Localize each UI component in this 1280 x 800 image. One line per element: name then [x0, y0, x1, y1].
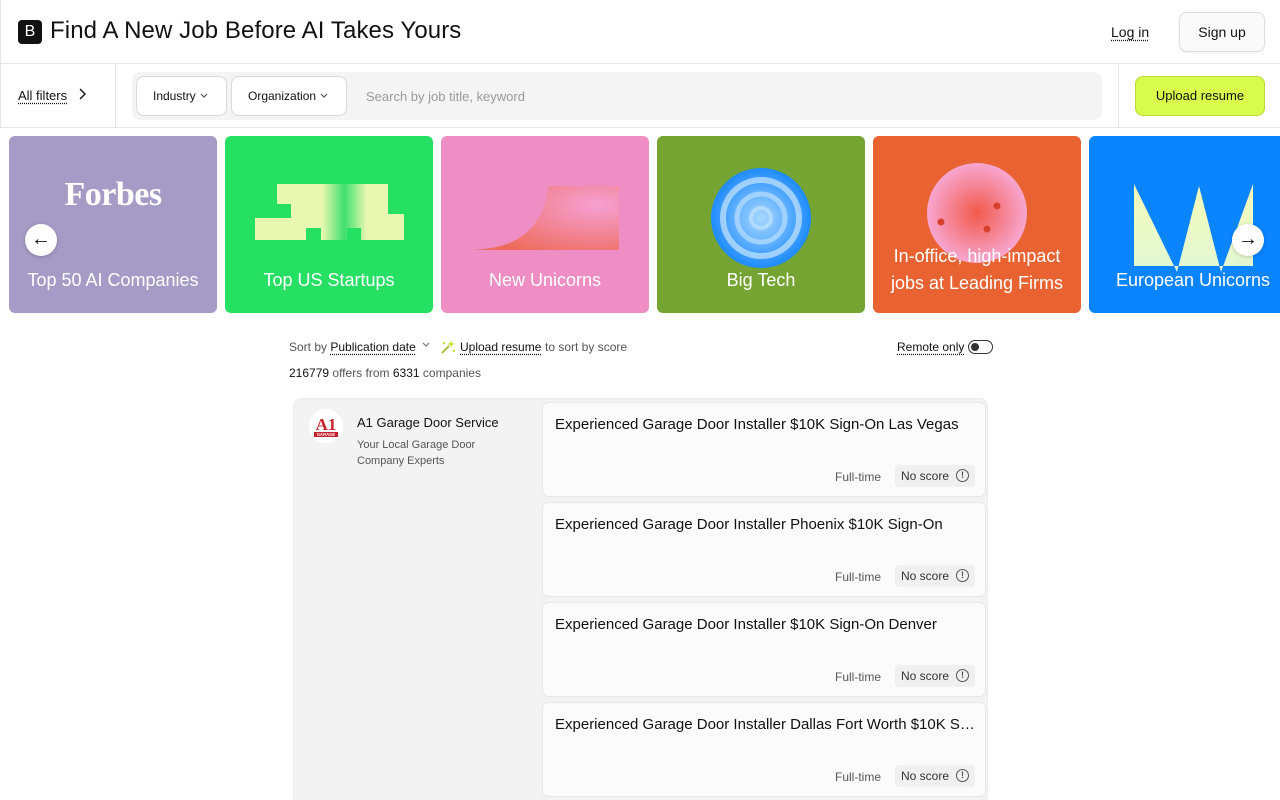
score-text: No score — [901, 769, 950, 783]
collection-card-label: Big Tech — [726, 270, 796, 290]
collection-card-label: European Unicorns — [1115, 270, 1271, 290]
site-title[interactable]: Find A New Job Before AI Takes Yours — [50, 17, 461, 45]
filter-bar: All filters Industry Organization Upload… — [0, 64, 1280, 128]
job-card[interactable]: Experienced Garage Door Installer $10K S… — [542, 602, 986, 697]
divider — [1118, 64, 1119, 128]
score-badge: No score! — [895, 565, 975, 587]
sort-by-score-hint: to sort by score — [545, 340, 628, 354]
company-name[interactable]: A1 Garage Door Service — [357, 415, 499, 430]
job-title[interactable]: Experienced Garage Door Installer $10K S… — [555, 416, 975, 433]
forbes-logo: Forbes — [64, 176, 162, 213]
companies-text: companies — [422, 366, 481, 380]
collection-card-label-line1: In-office, high-impact — [893, 246, 1061, 266]
company-results-group: A1 GARAGE A1 Garage Door Service Your Lo… — [293, 398, 988, 800]
carousel-prev-button[interactable]: ← — [25, 224, 57, 256]
job-type: Full-time — [835, 470, 882, 484]
results-count: 216779 offers from 6331 companies — [289, 366, 481, 380]
search-area: Industry Organization — [132, 72, 1102, 120]
svg-text:GARAGE: GARAGE — [317, 432, 336, 437]
score-badge: No score! — [895, 765, 975, 787]
offers-count: 216779 — [289, 366, 330, 380]
collection-card-label: Top 50 AI Companies — [27, 270, 199, 290]
chevron-down-icon[interactable] — [422, 340, 430, 350]
collection-card-label: Top US Startups — [263, 270, 395, 290]
upload-resume-link[interactable]: Upload resume — [460, 340, 541, 354]
offers-text: offers from — [332, 366, 390, 380]
organization-filter-button[interactable]: Organization — [231, 76, 347, 116]
collection-card-label: In-office, high-impact jobs at Leading F… — [873, 243, 1081, 297]
industry-filter-label: Industry — [153, 89, 196, 103]
site-logo[interactable]: B — [18, 20, 42, 44]
chevron-down-icon — [200, 77, 208, 115]
industry-filter-button[interactable]: Industry — [136, 76, 227, 116]
info-icon[interactable]: ! — [956, 669, 969, 682]
sparkle-icon — [440, 339, 456, 355]
collections-carousel: Forbes Top 50 AI Companies Top US Startu… — [0, 128, 1280, 320]
collection-card-us-startups[interactable]: Top US Startups — [225, 136, 433, 313]
all-filters-link[interactable]: All filters — [18, 88, 67, 103]
info-icon[interactable]: ! — [956, 469, 969, 482]
chevron-down-icon — [320, 77, 328, 115]
score-text: No score — [901, 669, 950, 683]
companies-count: 6331 — [392, 366, 420, 380]
collection-card-label-line2: jobs at Leading Firms — [890, 273, 1064, 293]
top-header: B Find A New Job Before AI Takes Yours L… — [0, 0, 1280, 64]
job-card[interactable]: Experienced Garage Door Installer $10K S… — [542, 402, 986, 497]
job-card[interactable]: Experienced Garage Door Installer Phoeni… — [542, 502, 986, 597]
carousel-next-button[interactable]: → — [1232, 224, 1264, 256]
search-input[interactable] — [358, 76, 1088, 116]
job-title[interactable]: Experienced Garage Door Installer Phoeni… — [555, 516, 975, 533]
company-tagline: Your Local Garage Door Company Experts — [357, 439, 476, 467]
job-type: Full-time — [835, 670, 882, 684]
job-type: Full-time — [835, 770, 882, 784]
toggle-knob — [971, 343, 979, 351]
signup-button[interactable]: Sign up — [1179, 12, 1265, 52]
upload-resume-button[interactable]: Upload resume — [1135, 76, 1265, 116]
organization-filter-label: Organization — [248, 89, 317, 103]
sort-control: Sort by Publication date — [289, 340, 416, 354]
remote-only-label[interactable]: Remote only — [897, 340, 964, 354]
company-logo[interactable]: A1 GARAGE — [309, 409, 343, 443]
job-type: Full-time — [835, 570, 882, 584]
score-text: No score — [901, 469, 950, 483]
collection-card-label: New Unicorns — [488, 270, 602, 290]
job-card[interactable]: Experienced Garage Door Installer Dallas… — [542, 702, 986, 797]
remote-only-toggle[interactable] — [968, 340, 993, 354]
job-title[interactable]: Experienced Garage Door Installer $10K S… — [555, 616, 975, 633]
collection-card-big-tech[interactable]: Big Tech — [657, 136, 865, 313]
score-badge: No score! — [895, 665, 975, 687]
svg-text:A1: A1 — [316, 415, 337, 434]
login-link[interactable]: Log in — [1111, 24, 1149, 40]
collection-card-new-unicorns[interactable]: New Unicorns — [441, 136, 649, 313]
info-icon[interactable]: ! — [956, 769, 969, 782]
score-text: No score — [901, 569, 950, 583]
divider — [115, 64, 116, 128]
sort-by-label: Sort by — [289, 340, 328, 354]
info-icon[interactable]: ! — [956, 569, 969, 582]
chevron-right-icon[interactable] — [77, 87, 87, 104]
collection-card-in-office[interactable]: In-office, high-impact jobs at Leading F… — [873, 136, 1081, 313]
job-title[interactable]: Experienced Garage Door Installer Dallas… — [555, 716, 975, 733]
sort-select[interactable]: Publication date — [330, 340, 415, 354]
score-badge: No score! — [895, 465, 975, 487]
